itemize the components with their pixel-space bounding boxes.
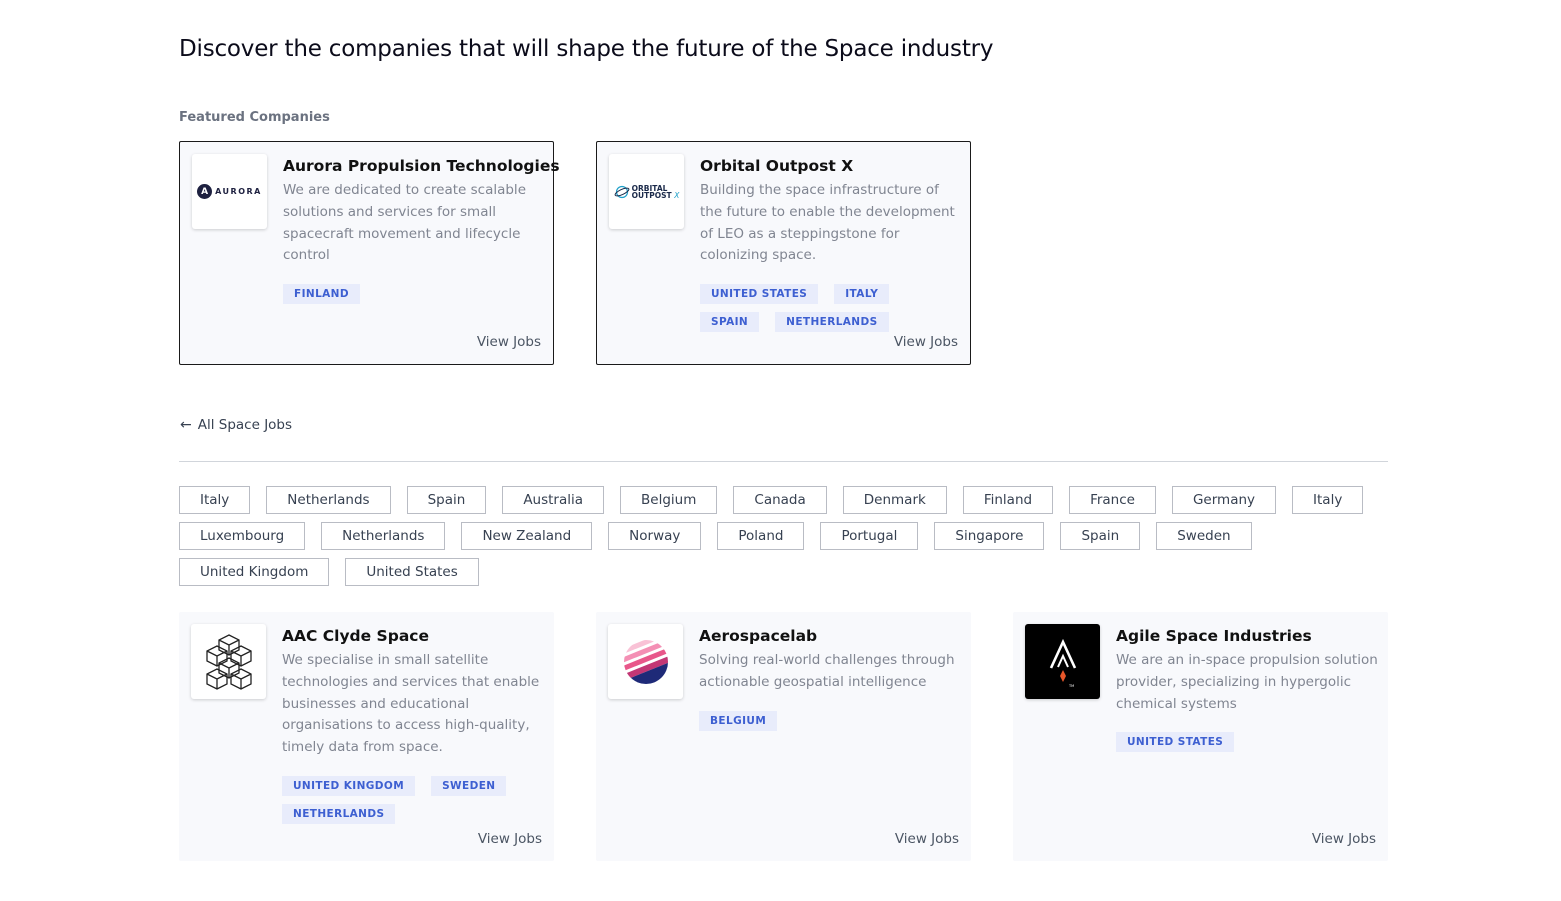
- country-tag: NETHERLANDS: [775, 312, 889, 332]
- filter-chip-italy[interactable]: Italy: [1292, 486, 1364, 514]
- country-tags: BELGIUM: [699, 711, 961, 731]
- view-jobs-link[interactable]: View Jobs: [1312, 831, 1376, 847]
- filter-chip-canada[interactable]: Canada: [733, 486, 827, 514]
- filter-chip-denmark[interactable]: Denmark: [842, 486, 947, 514]
- page-headline: Discover the companies that will shape t…: [179, 36, 994, 62]
- view-jobs-link[interactable]: View Jobs: [477, 334, 541, 350]
- company-description: We specialise in small satellite technol…: [282, 652, 540, 756]
- view-jobs-link[interactable]: View Jobs: [478, 831, 542, 847]
- filter-chip-spain[interactable]: Spain: [406, 486, 487, 514]
- filter-chip-united-kingdom[interactable]: United Kingdom: [179, 558, 330, 586]
- country-tag: SPAIN: [700, 312, 760, 332]
- divider: [179, 461, 1388, 462]
- company-card[interactable]: AAC Clyde Space We specialise in small s…: [179, 612, 554, 861]
- filter-chip-germany[interactable]: Germany: [1171, 486, 1277, 514]
- company-name[interactable]: AAC Clyde Space: [282, 627, 429, 645]
- company-card[interactable]: Aerospacelab Solving real-world challeng…: [596, 612, 971, 861]
- country-tag: BELGIUM: [699, 711, 778, 731]
- company-description: We are dedicated to create scalable solu…: [283, 182, 526, 264]
- company-name[interactable]: Agile Space Industries: [1116, 627, 1312, 645]
- country-filter-list: Italy Netherlands Spain Australia Belgiu…: [179, 486, 1388, 586]
- view-jobs-link[interactable]: View Jobs: [894, 334, 958, 350]
- country-tag: UNITED STATES: [1116, 732, 1235, 752]
- arrow-left-icon: ←: [180, 417, 192, 433]
- company-name[interactable]: Aurora Propulsion Technologies: [283, 157, 560, 175]
- company-description: We are an in-space propulsion solution p…: [1116, 652, 1378, 712]
- country-tag: UNITED STATES: [700, 284, 819, 304]
- filter-chip-spain[interactable]: Spain: [1060, 522, 1141, 550]
- aerospacelab-sphere-logo-icon: [608, 624, 683, 699]
- filter-chip-netherlands[interactable]: Netherlands: [321, 522, 446, 550]
- filter-chip-new-zealand[interactable]: New Zealand: [461, 522, 593, 550]
- back-link-label: All Space Jobs: [197, 417, 293, 433]
- country-tag: FINLAND: [283, 284, 360, 304]
- company-description: Building the space infrastructure of the…: [700, 182, 955, 264]
- agile-space-rocket-logo-icon: TM: [1025, 624, 1100, 699]
- orbital-ring-icon: [614, 185, 630, 198]
- filter-chip-poland[interactable]: Poland: [717, 522, 805, 550]
- filter-chip-australia[interactable]: Australia: [502, 486, 605, 514]
- company-description: Solving real-world challenges through ac…: [699, 652, 955, 690]
- filter-chip-belgium[interactable]: Belgium: [620, 486, 718, 514]
- aurora-logo-icon: A AURORA: [192, 154, 267, 229]
- company-name[interactable]: Aerospacelab: [699, 627, 817, 645]
- all-space-jobs-link[interactable]: ← All Space Jobs: [180, 417, 292, 433]
- filter-chip-sweden[interactable]: Sweden: [1156, 522, 1252, 550]
- featured-company-card[interactable]: A AURORA Aurora Propulsion Technologies …: [179, 141, 560, 365]
- filter-chip-italy[interactable]: Italy: [179, 486, 251, 514]
- country-tags: UNITED STATES ITALY SPAIN NETHERLANDS: [700, 284, 962, 332]
- country-tag: SWEDEN: [431, 776, 507, 796]
- country-tag: UNITED KINGDOM: [282, 776, 416, 796]
- company-card[interactable]: TM Agile Space Industries We are an in-s…: [1013, 612, 1388, 861]
- view-jobs-link[interactable]: View Jobs: [895, 831, 959, 847]
- orbital-outpost-logo-icon: ORBITAL OUTPOST X: [609, 154, 684, 229]
- filter-chip-france[interactable]: France: [1069, 486, 1156, 514]
- featured-company-card[interactable]: ORBITAL OUTPOST X Orbital Outpost X Build…: [596, 141, 971, 365]
- company-name[interactable]: Orbital Outpost X: [700, 157, 853, 175]
- filter-chip-united-states[interactable]: United States: [345, 558, 479, 586]
- country-tags: UNITED KINGDOM SWEDEN NETHERLANDS: [282, 776, 544, 824]
- svg-text:TM: TM: [1068, 684, 1074, 688]
- filter-chip-norway[interactable]: Norway: [608, 522, 702, 550]
- country-tags: FINLAND: [283, 284, 545, 304]
- country-tag: ITALY: [834, 284, 890, 304]
- country-tags: UNITED STATES: [1116, 732, 1378, 752]
- filter-chip-singapore[interactable]: Singapore: [934, 522, 1045, 550]
- featured-companies-label: Featured Companies: [179, 110, 330, 125]
- filter-chip-portugal[interactable]: Portugal: [820, 522, 919, 550]
- aac-clyde-cubes-logo-icon: [191, 624, 266, 699]
- filter-chip-luxembourg[interactable]: Luxembourg: [179, 522, 306, 550]
- filter-chip-finland[interactable]: Finland: [962, 486, 1054, 514]
- country-tag: NETHERLANDS: [282, 804, 396, 824]
- filter-chip-netherlands[interactable]: Netherlands: [266, 486, 391, 514]
